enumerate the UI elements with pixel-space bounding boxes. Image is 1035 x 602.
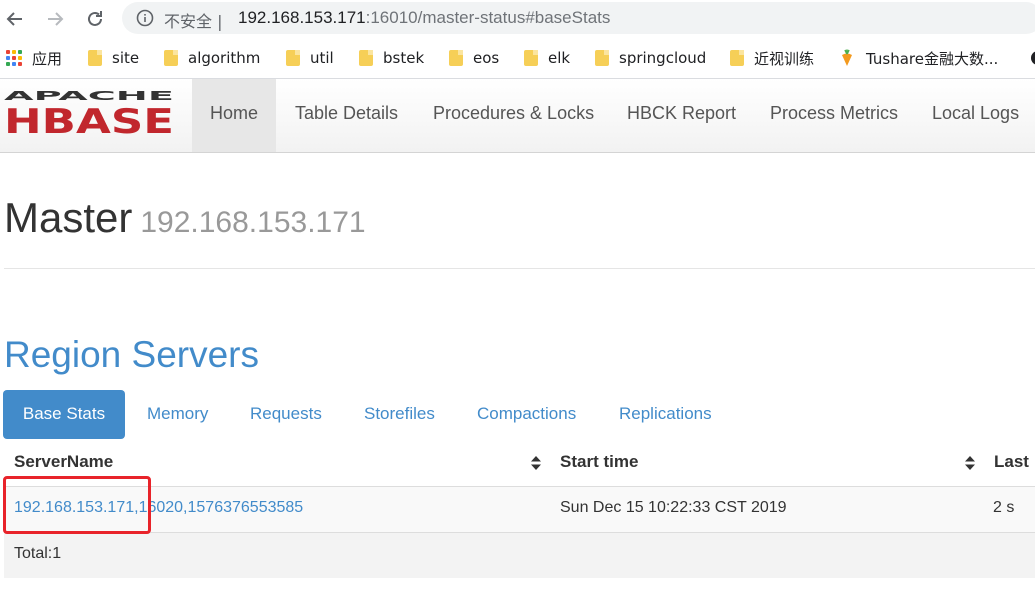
tab-compactions[interactable]: Compactions [477, 390, 576, 439]
apps-grid-icon [6, 50, 22, 66]
total-count: Total:1 [14, 545, 62, 562]
security-label: 不安全 | [164, 12, 223, 31]
folder-icon [449, 50, 463, 66]
bookmark-eye-training[interactable]: 近视训练 [730, 48, 814, 68]
bookmark-site[interactable]: site [88, 48, 139, 68]
reload-button[interactable] [82, 6, 108, 32]
tab-base-stats[interactable]: Base Stats [3, 390, 125, 439]
nav-procedures-locks[interactable]: Procedures & Locks [433, 79, 594, 152]
column-header-last[interactable]: Last [994, 452, 1029, 472]
master-host: 192.168.153.171 [140, 206, 366, 239]
page-title-text: Master [4, 194, 133, 241]
bookmarks-bar: 应用 site algorithm util bstek eos elk spr… [0, 38, 1035, 79]
sort-icon[interactable] [531, 456, 541, 470]
url-host: 192.168.153.171 [238, 8, 366, 27]
bookmark-label: 近视训练 [754, 49, 815, 68]
reload-icon [88, 11, 102, 26]
bookmark-label: 应用 [32, 49, 63, 68]
info-icon[interactable] [136, 9, 154, 27]
tab-replications[interactable]: Replications [619, 390, 712, 439]
folder-icon [524, 50, 538, 66]
logo-apache: APACHE [4, 89, 174, 103]
tab-requests[interactable]: Requests [250, 390, 322, 439]
bookmark-label: bstek [383, 49, 425, 67]
column-header-servername[interactable]: ServerName [14, 452, 113, 472]
bookmark-label: util [310, 49, 334, 67]
bookmark-elk[interactable]: elk [524, 48, 570, 68]
address-bar[interactable]: 不安全 | 192.168.153.171:16010/master-statu… [122, 2, 1035, 34]
region-servers-heading: Region Servers [4, 334, 260, 375]
folder-icon [595, 50, 609, 66]
nav-local-logs[interactable]: Local Logs [932, 79, 1019, 152]
page-title: Master 192.168.153.171 [4, 194, 366, 242]
bookmark-label: eos [473, 49, 500, 67]
tab-storefiles[interactable]: Storefiles [364, 390, 435, 439]
nav-table-details[interactable]: Table Details [295, 79, 398, 152]
folder-icon [88, 50, 102, 66]
column-header-start-time[interactable]: Start time [560, 452, 638, 472]
folder-icon [359, 50, 373, 66]
bookmark-eos[interactable]: eos [449, 48, 499, 68]
bookmark-label: elk [548, 49, 571, 67]
url-text[interactable]: 192.168.153.171:16010/master-status#base… [238, 8, 610, 28]
back-arrow-icon [6, 12, 22, 26]
highlight-annotation-box [3, 476, 151, 534]
folder-icon [286, 50, 300, 66]
divider [4, 268, 1035, 269]
start-time-cell: Sun Dec 15 10:22:33 CST 2019 [560, 499, 787, 516]
bookmark-apps[interactable]: 应用 [6, 48, 62, 68]
bookmark-springcloud[interactable]: springcloud [595, 48, 706, 68]
bookmark-label: site [112, 49, 140, 67]
nav-home[interactable]: Home [192, 79, 276, 152]
bookmark-label: springcloud [619, 49, 707, 67]
sort-icon[interactable] [965, 456, 975, 470]
logo-hbase: HBASE [4, 102, 174, 135]
bookmark-algorithm[interactable]: algorithm [164, 48, 260, 68]
url-path: :16010/master-status#baseStats [365, 8, 611, 27]
tab-memory[interactable]: Memory [147, 390, 208, 439]
table-row: 192.168.153.171,16020,1576376553585 Sun … [4, 487, 1035, 533]
back-button[interactable] [2, 6, 28, 32]
forward-arrow-icon [48, 12, 64, 26]
bookmark-label: algorithm [188, 49, 261, 67]
apache-hbase-logo[interactable]: APACHE HBASE [4, 89, 176, 135]
bookmark-tushare[interactable]: Tushare金融大数... [840, 48, 998, 68]
nav-hbck-report[interactable]: HBCK Report [627, 79, 736, 152]
table-footer: Total:1 [4, 533, 1035, 578]
carrot-icon [842, 49, 852, 66]
last-contact-cell: 2 s [993, 499, 1015, 516]
browser-toolbar: 不安全 | 192.168.153.171:16010/master-statu… [0, 0, 1035, 38]
forward-button[interactable] [42, 6, 68, 32]
overflow-icon[interactable] [1028, 50, 1035, 66]
bookmark-util[interactable]: util [286, 48, 334, 68]
hbase-navbar: APACHE HBASE Home Table Details Procedur… [0, 79, 1035, 153]
nav-process-metrics[interactable]: Process Metrics [770, 79, 898, 152]
bookmark-label: Tushare金融大数... [866, 49, 999, 68]
bookmark-bstek[interactable]: bstek [359, 48, 424, 68]
folder-icon [730, 50, 744, 66]
table-header: ServerName Start time Last [4, 440, 1035, 488]
folder-icon [164, 50, 178, 66]
